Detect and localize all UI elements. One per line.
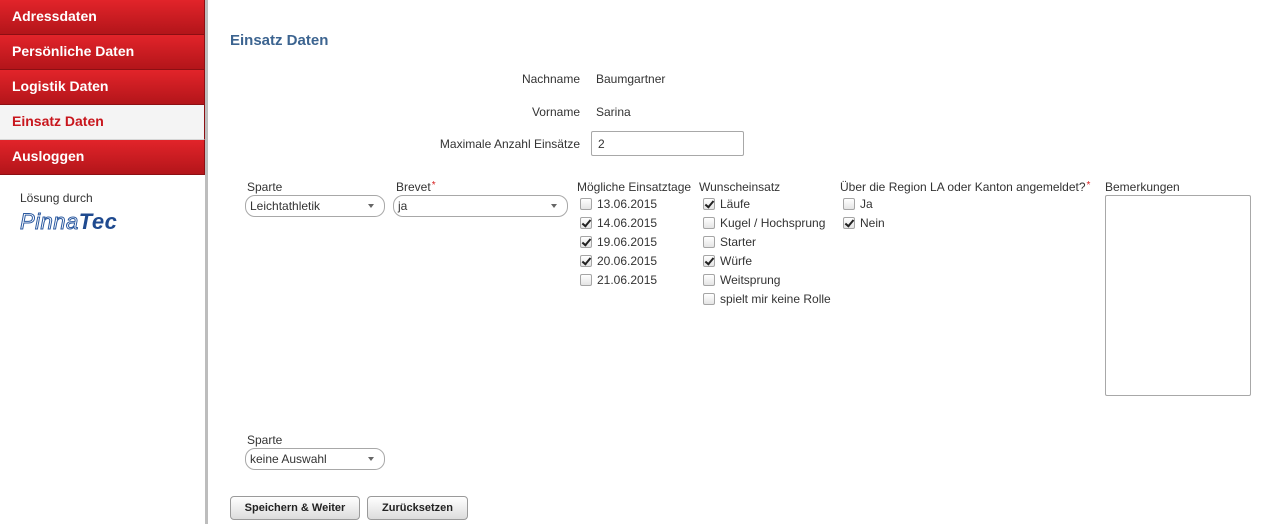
max-einsaetze-input[interactable] [591,131,744,156]
wunscheinsatz-option[interactable]: Würfe [703,251,831,270]
bemerkungen-label: Bemerkungen [1105,180,1180,194]
checkbox[interactable] [703,216,715,229]
chevron-down-icon [368,204,374,208]
page-title: Einsatz Daten [230,32,329,49]
sparte-select[interactable]: Leichtathletik [245,195,385,217]
einsatztag-option[interactable]: 14.06.2015 [580,213,657,232]
checkbox[interactable] [843,197,855,210]
nachname-label: Nachname [521,72,580,86]
checkbox-checked[interactable] [703,254,715,267]
region-option[interactable]: Nein [843,213,885,232]
chevron-down-icon [368,457,374,461]
required-marker: * [1086,180,1091,191]
pinnatec-logo: PinnaTec [20,209,118,235]
checkbox-checked[interactable] [580,216,592,229]
checkbox-checked[interactable] [843,216,855,229]
brevet-select[interactable]: ja [393,195,568,217]
sparte-label: Sparte [247,180,283,194]
wunscheinsatz-label: Wunscheinsatz [699,180,781,194]
nav-einsatz-daten[interactable]: Einsatz Daten [0,105,205,140]
chevron-down-icon [551,204,557,208]
checkbox-checked[interactable] [580,235,592,248]
checkbox-checked[interactable] [703,197,715,210]
nav-adressdaten[interactable]: Adressdaten [0,0,205,35]
checkbox[interactable] [580,197,592,210]
brevet-select-value: ja [398,199,408,213]
nachname-value: Baumgartner [596,72,666,86]
einsatztag-option[interactable]: 19.06.2015 [580,232,657,251]
einsatztag-option[interactable]: 20.06.2015 [580,251,657,270]
region-list: Ja Nein [843,194,885,232]
required-marker: * [431,180,436,191]
checkbox[interactable] [703,273,715,286]
checkbox-checked[interactable] [580,254,592,267]
nav-persoenliche-daten[interactable]: Persönliche Daten [0,35,205,70]
sparte-select-value: Leichtathletik [250,199,321,213]
einsatztag-option[interactable]: 21.06.2015 [580,270,657,289]
region-option[interactable]: Ja [843,194,885,213]
wunscheinsatz-option[interactable]: Kugel / Hochsprung [703,213,831,232]
main-content: Einsatz Daten Nachname Baumgartner Vorna… [230,0,1263,524]
wunscheinsatz-option[interactable]: spielt mir keine Rolle [703,289,831,308]
einsatztage-list: 13.06.2015 14.06.2015 19.06.2015 20.06.2… [580,194,657,289]
vorname-value: Sarina [596,105,631,119]
brevet-label: Brevet* [396,180,436,194]
wunscheinsatz-list: Läufe Kugel / Hochsprung Starter Würfe W… [703,194,831,308]
sidebar: Adressdaten Persönliche Daten Logistik D… [0,0,208,524]
nav-ausloggen[interactable]: Ausloggen [0,140,205,175]
reset-button[interactable]: Zurücksetzen [367,496,468,520]
bemerkungen-textarea[interactable] [1105,195,1251,396]
wunscheinsatz-option[interactable]: Starter [703,232,831,251]
sparte2-select-value: keine Auswahl [250,452,327,466]
checkbox[interactable] [703,292,715,305]
einsatztage-label: Mögliche Einsatztage [577,180,692,194]
save-next-button[interactable]: Speichern & Weiter [230,496,360,520]
credit-text: Lösung durch [20,191,93,205]
checkbox[interactable] [580,273,592,286]
nav-logistik-daten[interactable]: Logistik Daten [0,70,205,105]
wunscheinsatz-option[interactable]: Weitsprung [703,270,831,289]
sparte2-select[interactable]: keine Auswahl [245,448,385,470]
einsatztag-option[interactable]: 13.06.2015 [580,194,657,213]
region-label: Über die Region LA oder Kanton angemelde… [840,180,1091,194]
credit-block: Lösung durch PinnaTec [0,175,205,235]
max-einsaetze-label: Maximale Anzahl Einsätze [439,137,580,151]
sparte2-label: Sparte [247,433,283,447]
checkbox[interactable] [703,235,715,248]
vorname-label: Vorname [531,105,580,119]
wunscheinsatz-option[interactable]: Läufe [703,194,831,213]
